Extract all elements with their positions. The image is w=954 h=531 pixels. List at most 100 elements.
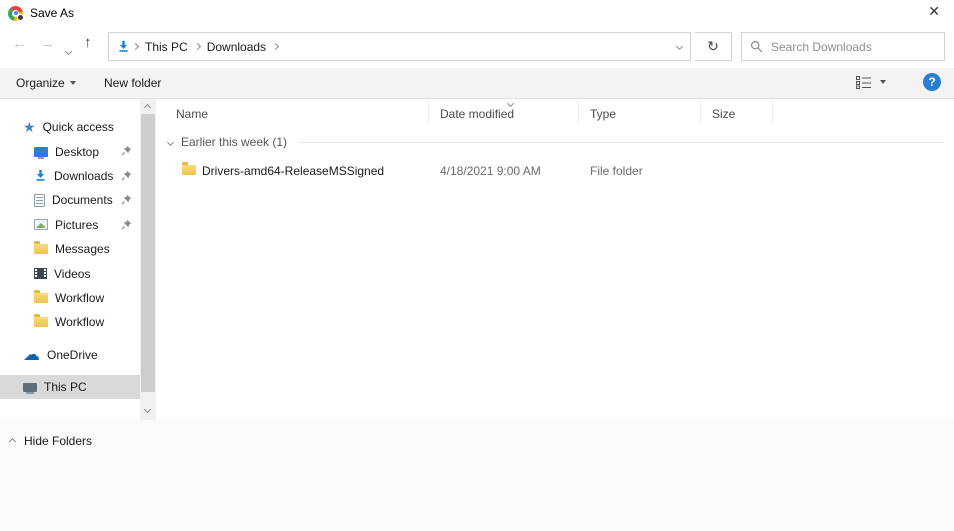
- view-dropdown-icon[interactable]: [880, 80, 886, 84]
- list-header: Name Date modified Type Size: [156, 99, 954, 126]
- details-view-icon: [856, 76, 871, 89]
- sidebar-item-label: Desktop: [55, 144, 100, 159]
- downloads-location-icon: [119, 40, 128, 52]
- sidebar-item-pictures[interactable]: Pictures: [0, 213, 140, 237]
- refresh-icon: ↻: [707, 38, 719, 54]
- column-separator[interactable]: [428, 101, 429, 124]
- sidebar-item-workflow-1[interactable]: Workflow: [0, 286, 140, 310]
- column-header-size[interactable]: Size: [712, 107, 735, 121]
- folder-icon: [34, 314, 48, 328]
- column-header-name[interactable]: Name: [176, 107, 208, 121]
- breadcrumb-chevron-icon: [193, 42, 201, 51]
- sidebar-item-onedrive[interactable]: ☁ OneDrive: [0, 343, 140, 367]
- sidebar-scrollbar[interactable]: [140, 99, 156, 420]
- sidebar-item-label: Workflow: [55, 315, 105, 330]
- pc-icon: [23, 382, 37, 394]
- up-icon[interactable]: ↑: [84, 35, 92, 50]
- save-as-dialog: Save As ✕ ← → ↑ This PC Downloads ↻ Sear…: [0, 0, 954, 531]
- window-title: Save As: [30, 6, 75, 20]
- file-row[interactable]: Drivers-amd64-ReleaseMSSigned 4/18/2021 …: [156, 159, 954, 181]
- sidebar-item-label: Downloads: [54, 168, 114, 183]
- column-separator[interactable]: [772, 101, 773, 124]
- close-icon[interactable]: ✕: [928, 4, 940, 18]
- column-header-type[interactable]: Type: [590, 107, 616, 121]
- forward-icon[interactable]: →: [40, 36, 55, 51]
- group-header[interactable]: Earlier this week (1): [166, 133, 944, 151]
- address-bar[interactable]: This PC Downloads: [108, 32, 691, 61]
- sidebar-item-messages[interactable]: Messages: [0, 237, 140, 261]
- group-chevron-icon[interactable]: [166, 138, 175, 146]
- chrome-badge-icon: [17, 14, 24, 21]
- collapse-chevron-icon: [8, 437, 17, 445]
- sidebar-item-downloads[interactable]: Downloads: [0, 164, 140, 188]
- new-folder-button[interactable]: New folder: [104, 76, 161, 90]
- sort-chevron-icon: [506, 99, 515, 108]
- folder-icon: [182, 162, 196, 175]
- breadcrumb-chevron-icon: [131, 42, 140, 51]
- organize-label: Organize: [16, 76, 65, 90]
- search-input[interactable]: [771, 39, 936, 54]
- help-icon[interactable]: ?: [923, 73, 941, 91]
- film-icon: [34, 268, 47, 280]
- cloud-icon: ☁: [23, 344, 40, 364]
- breadcrumb-this-pc[interactable]: This PC: [141, 40, 192, 54]
- scroll-up-icon[interactable]: [143, 103, 152, 112]
- navigation-pane: ★ Quick access Desktop Downloads Documen…: [0, 99, 140, 420]
- folder-icon: [34, 241, 48, 255]
- organize-button[interactable]: Organize: [16, 76, 76, 90]
- sidebar-item-label: Quick access: [42, 120, 114, 135]
- sidebar-item-label: OneDrive: [47, 347, 98, 362]
- sidebar-item-label: Workflow: [55, 290, 105, 305]
- sidebar-item-label: Messages: [55, 242, 110, 257]
- search-box[interactable]: [741, 32, 945, 61]
- star-icon: ★: [23, 119, 36, 136]
- command-toolbar: Organize New folder ?: [0, 68, 954, 99]
- picture-icon: [34, 219, 48, 231]
- breadcrumb-chevron-icon: [272, 42, 280, 51]
- desktop-icon: [34, 146, 48, 159]
- download-icon: [36, 170, 45, 182]
- main-area: ★ Quick access Desktop Downloads Documen…: [0, 99, 954, 420]
- dropdown-arrow-icon: [69, 81, 76, 85]
- view-options[interactable]: [856, 75, 886, 89]
- sidebar-item-documents[interactable]: Documents: [0, 188, 140, 212]
- new-folder-label: New folder: [104, 76, 162, 90]
- sidebar-item-label: Videos: [54, 266, 91, 281]
- address-dropdown-icon[interactable]: [675, 42, 684, 51]
- column-separator[interactable]: [578, 101, 579, 124]
- sidebar-item-label: This PC: [44, 380, 87, 395]
- file-type: File folder: [590, 164, 643, 178]
- sidebar-item-videos[interactable]: Videos: [0, 261, 140, 285]
- pin-icon: [121, 170, 132, 181]
- sidebar-item-label: Pictures: [55, 217, 99, 232]
- history-chevron-icon[interactable]: [64, 42, 73, 57]
- group-label: Earlier this week (1): [181, 135, 288, 149]
- pin-icon: [121, 146, 132, 156]
- file-date-modified: 4/18/2021 9:00 AM: [440, 164, 541, 178]
- hide-folders-label: Hide Folders: [24, 434, 93, 448]
- dialog-footer: File name: ActiveCampaing Event Tracking…: [0, 420, 954, 531]
- sidebar-item-this-pc[interactable]: This PC: [0, 374, 140, 400]
- back-icon[interactable]: ←: [12, 36, 27, 51]
- scrollbar-thumb[interactable]: [141, 114, 155, 392]
- scroll-down-icon[interactable]: [143, 405, 152, 414]
- title-bar: Save As ✕: [0, 0, 954, 26]
- pin-icon: [121, 195, 132, 205]
- breadcrumb-downloads[interactable]: Downloads: [203, 40, 270, 54]
- sidebar-item-label: Documents: [52, 193, 113, 208]
- search-icon: [750, 40, 763, 53]
- folder-icon: [34, 289, 48, 303]
- file-list: Name Date modified Type Size Earlier thi…: [156, 99, 954, 420]
- group-divider: [299, 141, 944, 143]
- column-separator[interactable]: [700, 101, 701, 124]
- hide-folders-button[interactable]: Hide Folders: [8, 434, 93, 448]
- file-name: Drivers-amd64-ReleaseMSSigned: [202, 164, 385, 178]
- chevron-down-icon: [64, 47, 73, 56]
- document-icon: [34, 193, 45, 207]
- sidebar-item-desktop[interactable]: Desktop: [0, 139, 140, 163]
- pin-icon: [121, 219, 132, 230]
- refresh-button[interactable]: ↻: [695, 32, 732, 61]
- sidebar-item-workflow-2[interactable]: Workflow: [0, 310, 140, 334]
- column-header-date-modified[interactable]: Date modified: [440, 107, 514, 121]
- sidebar-item-quick-access[interactable]: ★ Quick access: [0, 115, 140, 139]
